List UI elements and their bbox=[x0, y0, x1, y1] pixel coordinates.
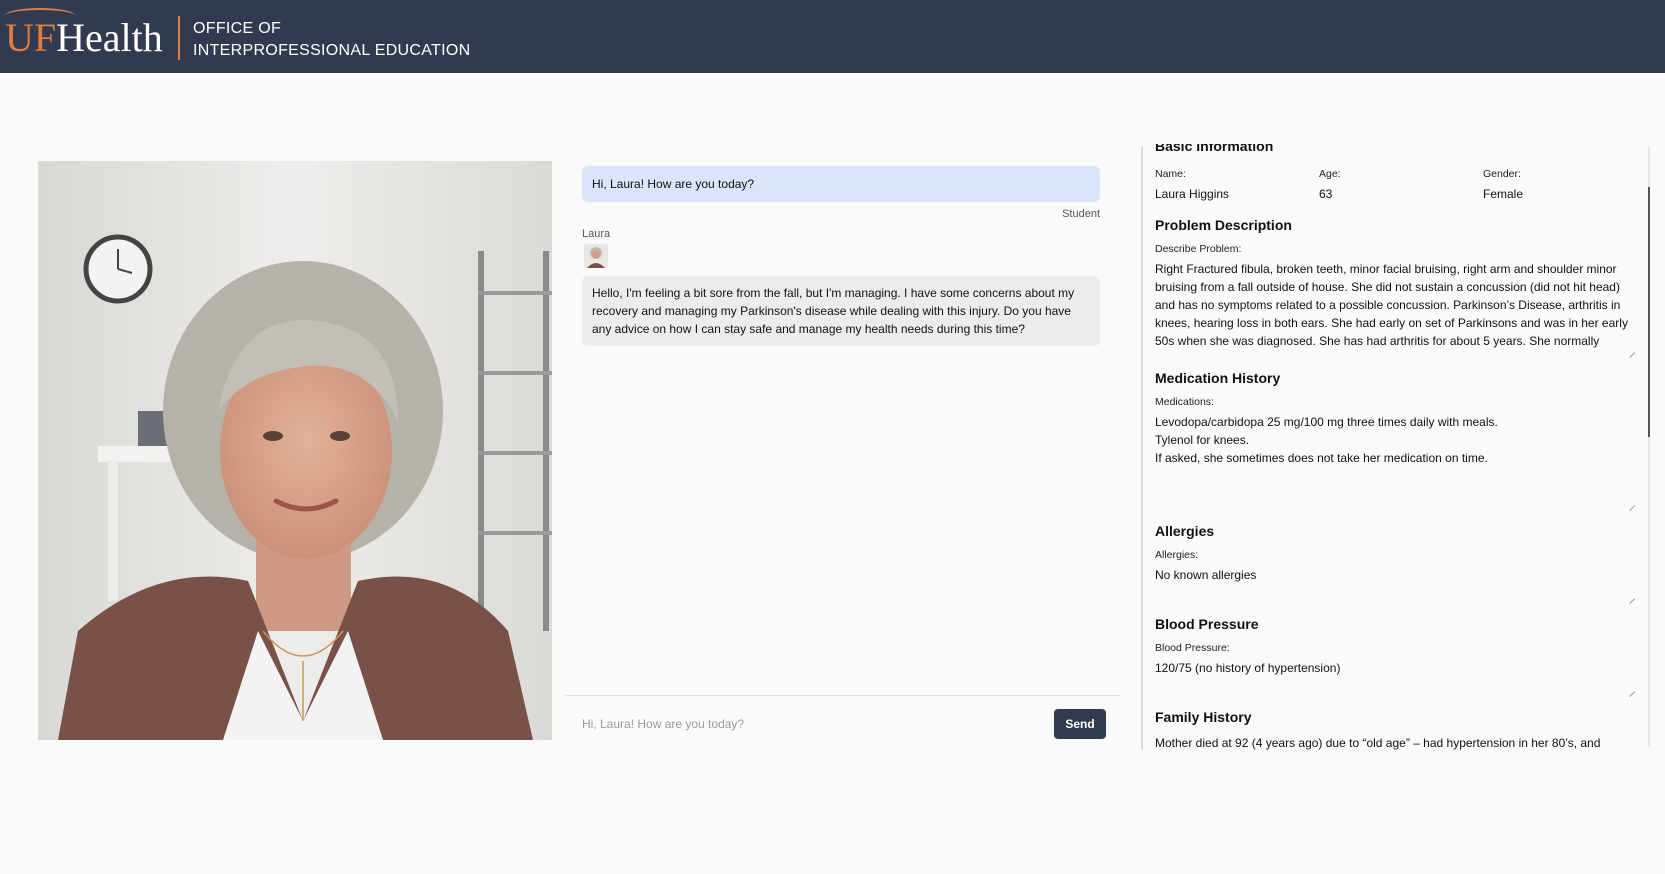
laura-sender-label: Laura bbox=[582, 228, 611, 240]
blood-pressure-textarea[interactable]: 120/75 (no history of hypertension) bbox=[1155, 659, 1633, 695]
family-history-heading: Family History bbox=[1155, 709, 1252, 725]
panel-divider bbox=[1141, 147, 1143, 750]
age-value: 63 bbox=[1319, 187, 1333, 201]
blood-pressure-label: Blood Pressure: bbox=[1155, 642, 1230, 654]
problem-heading: Problem Description bbox=[1155, 217, 1292, 233]
student-sender-label: Student bbox=[1062, 208, 1100, 220]
laura-message-bubble: Hello, I'm feeling a bit sore from the f… bbox=[582, 276, 1100, 346]
medication-line: If asked, she sometimes does not take he… bbox=[1155, 451, 1488, 465]
resize-grip-icon[interactable] bbox=[1628, 346, 1635, 353]
gender-value: Female bbox=[1483, 187, 1524, 201]
name-value: Laura Higgins bbox=[1155, 187, 1230, 201]
age-label: Age: bbox=[1319, 168, 1341, 180]
page-scrollbar[interactable] bbox=[1648, 147, 1650, 747]
avatar bbox=[584, 244, 608, 268]
resize-grip-icon[interactable] bbox=[1628, 685, 1635, 692]
logo-health-text: Health bbox=[56, 15, 163, 60]
office-title: OFFICE OF INTERPROFESSIONAL EDUCATION bbox=[193, 18, 470, 62]
basic-info-heading: Basic Information bbox=[1155, 144, 1274, 154]
student-message-bubble: Hi, Laura! How are you today? bbox=[582, 166, 1100, 202]
uf-health-logo[interactable]: UF Health bbox=[5, 8, 163, 60]
resize-grip-icon[interactable] bbox=[1628, 499, 1635, 506]
resize-grip-icon[interactable] bbox=[1628, 592, 1635, 599]
chat-panel: Hi, Laura! How are you today? Student La… bbox=[562, 150, 1120, 750]
scrollbar-thumb[interactable] bbox=[1648, 187, 1650, 437]
allergies-label: Allergies: bbox=[1155, 549, 1199, 561]
medication-heading: Medication History bbox=[1155, 370, 1281, 386]
medications-label: Medications: bbox=[1155, 396, 1214, 408]
office-title-line1: OFFICE OF bbox=[193, 20, 282, 37]
logo-uf-text: UF bbox=[5, 15, 57, 60]
office-title-line2: INTERPROFESSIONAL EDUCATION bbox=[193, 42, 471, 59]
patient-info-panel: Basic Information Name: Age: Gender: Lau… bbox=[1155, 144, 1635, 750]
chat-input-divider bbox=[565, 695, 1120, 696]
blood-pressure-heading: Blood Pressure bbox=[1155, 616, 1259, 632]
patient-video bbox=[38, 161, 552, 740]
allergies-textarea[interactable]: No known allergies bbox=[1155, 566, 1633, 602]
send-button[interactable]: Send bbox=[1054, 709, 1106, 739]
medications-textarea[interactable]: Levodopa/carbidopa 25 mg/100 mg three ti… bbox=[1155, 413, 1633, 509]
top-header-bar: UF Health OFFICE OF INTERPROFESSIONAL EDU… bbox=[0, 0, 1665, 73]
problem-textarea[interactable]: Right Fractured fibula, broken teeth, mi… bbox=[1155, 260, 1633, 352]
header-divider bbox=[178, 16, 180, 60]
name-label: Name: bbox=[1155, 168, 1186, 180]
patient-portrait-image bbox=[38, 161, 552, 740]
gender-label: Gender: bbox=[1483, 168, 1521, 180]
laura-avatar-icon bbox=[584, 244, 608, 268]
problem-label: Describe Problem: bbox=[1155, 243, 1242, 255]
medication-line: Levodopa/carbidopa 25 mg/100 mg three ti… bbox=[1155, 415, 1498, 429]
medication-line: Tylenol for knees. bbox=[1155, 433, 1250, 447]
chat-message-input[interactable] bbox=[582, 707, 1042, 741]
family-history-textarea[interactable]: Mother died at 92 (4 years ago) due to “… bbox=[1155, 734, 1633, 750]
allergies-heading: Allergies bbox=[1155, 523, 1215, 539]
